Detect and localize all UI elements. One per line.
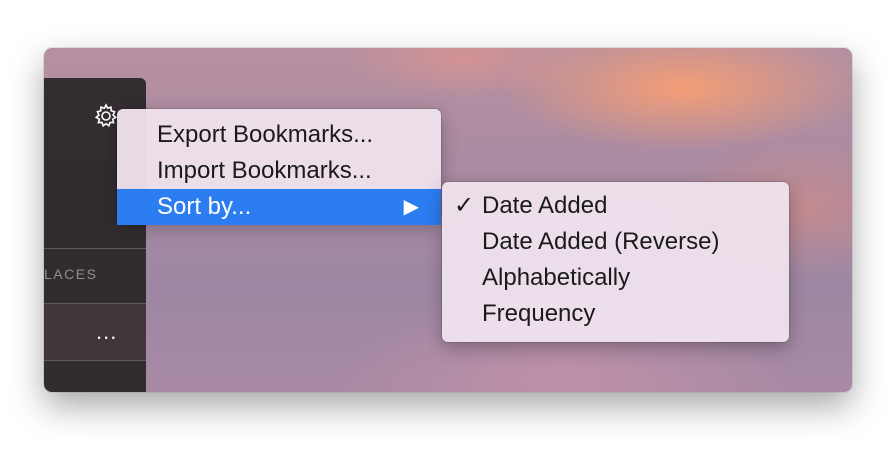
sidebar-section-label: LACES — [44, 266, 98, 282]
sidebar-divider — [44, 248, 146, 249]
more-options-icon[interactable]: ... — [96, 321, 117, 343]
submenu-item-label: Alphabetically — [482, 264, 631, 291]
submenu-item-alphabetically[interactable]: Alphabetically — [442, 260, 789, 296]
submenu-item-label: Date Added (Reverse) — [482, 228, 720, 255]
sidebar-item[interactable] — [44, 304, 146, 360]
screenshot-stage: LACES ... Export Bookmarks... Import Boo… — [0, 0, 896, 452]
checkmark-icon: ✓ — [454, 192, 475, 219]
submenu-item-date-added[interactable]: ✓ Date Added — [442, 188, 789, 224]
menu-item-label: Export Bookmarks... — [157, 121, 374, 148]
sort-submenu: ✓ Date Added Date Added (Reverse) Alphab… — [442, 182, 789, 342]
submenu-item-label: Frequency — [482, 300, 596, 327]
menu-item-label: Sort by... — [157, 193, 252, 220]
menu-item-sort-by[interactable]: Sort by... ▶ — [117, 189, 441, 225]
submenu-arrow-icon: ▶ — [403, 196, 419, 218]
gear-icon[interactable] — [92, 102, 120, 130]
menu-item-export-bookmarks[interactable]: Export Bookmarks... — [117, 117, 441, 153]
menu-item-import-bookmarks[interactable]: Import Bookmarks... — [117, 153, 441, 189]
sidebar-divider — [44, 360, 146, 361]
menu-item-label: Import Bookmarks... — [157, 157, 372, 184]
context-menu: Export Bookmarks... Import Bookmarks... … — [117, 109, 441, 225]
submenu-item-date-added-reverse[interactable]: Date Added (Reverse) — [442, 224, 789, 260]
submenu-item-frequency[interactable]: Frequency — [442, 296, 789, 332]
submenu-item-label: Date Added — [482, 192, 608, 219]
